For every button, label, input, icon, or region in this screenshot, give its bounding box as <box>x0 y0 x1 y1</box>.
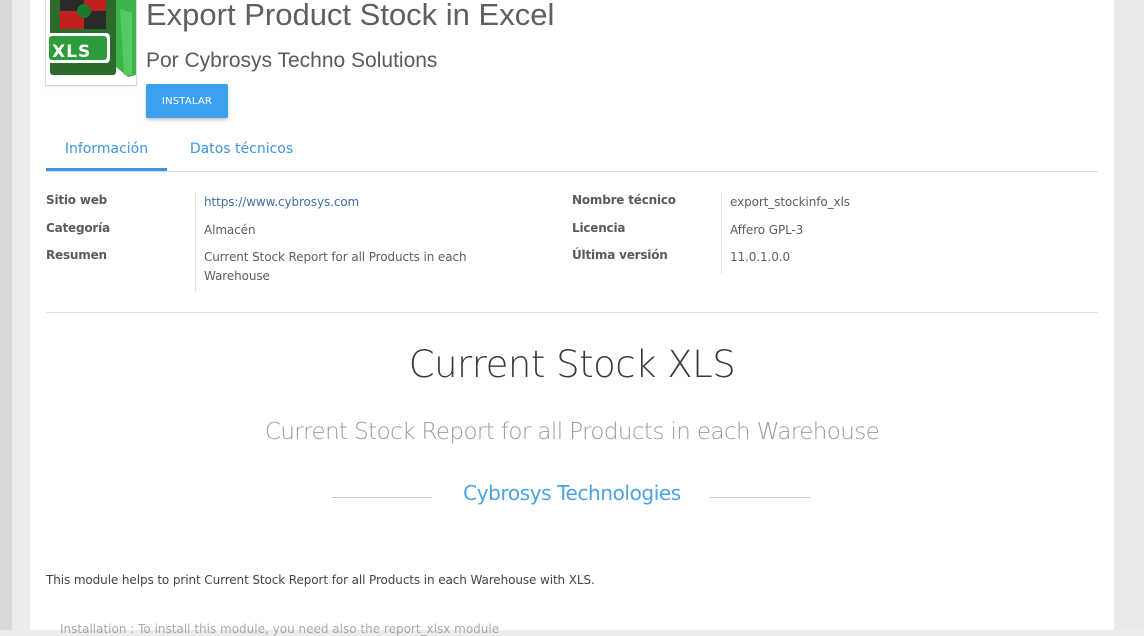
company-rule-right <box>710 497 810 498</box>
technical-name-value: export_stockinfo_xls <box>730 195 850 209</box>
right-gutter <box>1114 0 1144 630</box>
website-value: https://www.cybrosys.com <box>204 193 359 212</box>
tab-technical-data[interactable]: Datos técnicos <box>176 128 307 168</box>
website-label: Sitio web <box>46 193 108 207</box>
left-gutter <box>0 0 12 630</box>
info-divider-left <box>195 192 196 292</box>
description-subheading: Current Stock Report for all Products in… <box>264 419 880 445</box>
module-title: Export Product Stock in Excel <box>146 0 555 32</box>
icon-label: XLS <box>52 42 92 62</box>
description-heading: Current Stock XLS <box>408 343 736 386</box>
summary-label: Resumen <box>46 248 107 262</box>
company-banner: Cybrosys Technologies <box>30 481 1114 511</box>
module-author: Por Cybrosys Techno Solutions <box>146 49 438 72</box>
tab-bar: Información Datos técnicos <box>46 128 1098 172</box>
license-value: Affero GPL-3 <box>730 223 804 237</box>
latest-version-label: Última versión <box>572 248 668 262</box>
company-name: Cybrosys Technologies <box>463 481 681 505</box>
website-link[interactable]: https://www.cybrosys.com <box>204 195 359 209</box>
category-value: Almacén <box>204 223 256 237</box>
module-detail-sheet: XLS Export Product Stock in Excel Por Cy… <box>30 0 1114 636</box>
section-divider <box>46 312 1098 313</box>
install-button[interactable]: INSTALAR <box>146 84 228 118</box>
xls-file-icon: XLS <box>45 0 137 86</box>
category-label: Categoría <box>46 221 110 235</box>
summary-value: Current Stock Report for all Products in… <box>204 250 467 283</box>
latest-version-value: 11.0.1.0.0 <box>730 250 791 264</box>
module-description: This module helps to print Current Stock… <box>46 573 595 587</box>
tab-information[interactable]: Información <box>46 128 167 171</box>
license-label: Licencia <box>572 221 626 235</box>
info-divider-right <box>721 192 722 274</box>
installation-note: Installation : To install this module, y… <box>60 622 500 636</box>
technical-name-label: Nombre técnico <box>572 193 676 207</box>
